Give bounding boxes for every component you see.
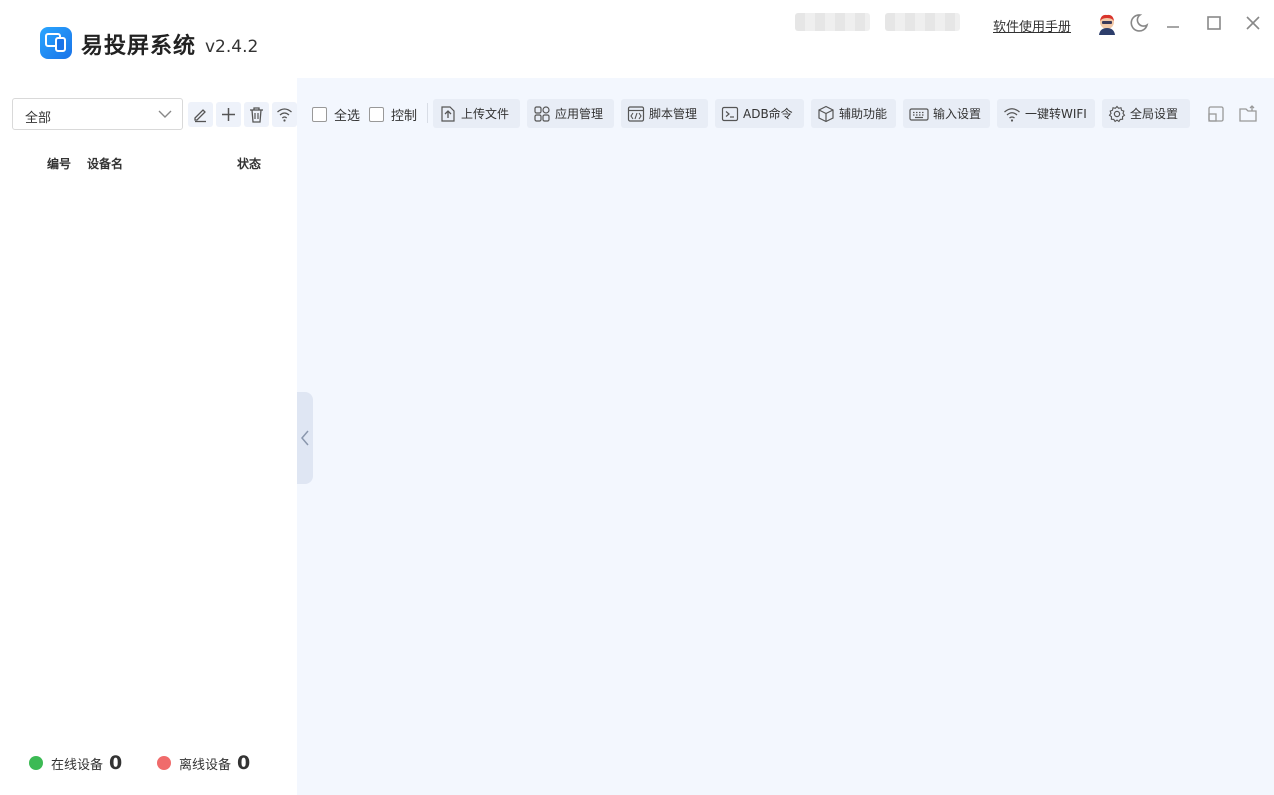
- delete-icon: [250, 107, 263, 123]
- close-icon[interactable]: [1242, 12, 1264, 34]
- app-version: v2.4.2: [205, 37, 259, 57]
- online-devices-stat: 在线设备 0: [29, 752, 122, 774]
- upload-file-icon: [441, 105, 455, 122]
- window-layout-icon[interactable]: [1205, 103, 1227, 125]
- app-window: 易投屏系统 v2.4.2 软件使用手册 全部 编号 设备名 状态 在线设备 0 …: [0, 0, 1274, 795]
- keyboard-icon: [909, 107, 929, 121]
- control-label: 控制: [391, 109, 418, 124]
- column-number[interactable]: 编号: [47, 155, 71, 172]
- checkbox-box[interactable]: [369, 107, 384, 122]
- chevron-down-icon: [158, 110, 172, 118]
- control-checkbox[interactable]: 控制: [369, 105, 417, 124]
- offline-count: 0: [237, 752, 251, 774]
- assist-function-button[interactable]: 辅助功能: [811, 99, 896, 128]
- online-count: 0: [109, 752, 123, 774]
- input-settings-button[interactable]: 输入设置: [903, 99, 990, 128]
- delete-group-button[interactable]: [244, 102, 269, 127]
- app-logo-icon: [40, 27, 72, 59]
- folder-export-icon[interactable]: [1237, 103, 1259, 125]
- code-window-icon: [627, 105, 645, 122]
- redacted-user-info: [795, 13, 870, 31]
- theme-toggle-icon[interactable]: [1128, 12, 1150, 34]
- upload-file-button[interactable]: 上传文件: [433, 99, 520, 128]
- gear-icon: [1108, 105, 1126, 122]
- edit-icon: [194, 109, 206, 123]
- adb-command-label: ADB命令: [743, 107, 793, 121]
- upload-file-label: 上传文件: [461, 107, 510, 121]
- device-stats: 在线设备 0 离线设备 0: [0, 748, 297, 778]
- column-status[interactable]: 状态: [237, 155, 261, 172]
- title-bar: 易投屏系统 v2.4.2 软件使用手册: [0, 0, 1274, 78]
- online-status-dot: [29, 756, 43, 770]
- minimize-icon[interactable]: [1162, 12, 1184, 34]
- maximize-icon[interactable]: [1203, 12, 1225, 34]
- global-settings-label: 全局设置: [1130, 107, 1179, 121]
- app-management-button[interactable]: 应用管理: [527, 99, 614, 128]
- select-all-label: 全选: [334, 109, 361, 124]
- add-icon: [222, 108, 235, 121]
- select-all-checkbox[interactable]: 全选: [312, 105, 360, 124]
- wifi-connect-button[interactable]: [272, 102, 297, 127]
- offline-label: 离线设备: [179, 757, 232, 773]
- global-settings-button[interactable]: 全局设置: [1102, 99, 1190, 128]
- offline-status-dot: [157, 756, 171, 770]
- edit-group-button[interactable]: [188, 102, 213, 127]
- collapse-sidebar-handle[interactable]: [297, 392, 313, 484]
- avatar-icon[interactable]: [1097, 13, 1117, 35]
- offline-devices-stat: 离线设备 0: [157, 752, 250, 774]
- script-management-label: 脚本管理: [649, 107, 698, 121]
- group-select[interactable]: 全部: [12, 98, 183, 130]
- switch-to-wifi-button[interactable]: 一键转WIFI: [997, 99, 1095, 128]
- checkbox-box[interactable]: [312, 107, 327, 122]
- add-group-button[interactable]: [216, 102, 241, 127]
- device-sidebar: 全部 编号 设备名 状态 在线设备 0 离线设备 0: [0, 78, 297, 795]
- app-management-label: 应用管理: [555, 107, 604, 121]
- toolbar: 全选 控制 上传文件 应用管理 脚本管理 ADB命令 辅助功能 输入设置 一键转…: [297, 98, 1274, 129]
- chevron-left-icon: [301, 430, 309, 446]
- wifi-icon: [1004, 107, 1020, 122]
- redacted-user-info: [885, 13, 960, 31]
- device-table-header: 编号 设备名 状态: [0, 148, 297, 176]
- wifi-icon: [277, 108, 292, 122]
- online-label: 在线设备: [51, 757, 104, 773]
- script-management-button[interactable]: 脚本管理: [621, 99, 708, 128]
- group-select-value: 全部: [25, 111, 52, 126]
- terminal-icon: [721, 106, 739, 121]
- cube-icon: [818, 105, 834, 122]
- app-title: 易投屏系统: [81, 34, 197, 59]
- switch-to-wifi-label: 一键转WIFI: [1025, 107, 1087, 121]
- manual-link[interactable]: 软件使用手册: [993, 16, 1071, 35]
- input-settings-label: 输入设置: [933, 107, 982, 121]
- assist-function-label: 辅助功能: [839, 107, 888, 121]
- apps-grid-icon: [534, 105, 550, 122]
- adb-command-button[interactable]: ADB命令: [715, 99, 804, 128]
- column-device-name[interactable]: 设备名: [87, 155, 123, 172]
- main-content-area: 全选 控制 上传文件 应用管理 脚本管理 ADB命令 辅助功能 输入设置 一键转…: [297, 78, 1274, 795]
- toolbar-divider: [427, 103, 428, 123]
